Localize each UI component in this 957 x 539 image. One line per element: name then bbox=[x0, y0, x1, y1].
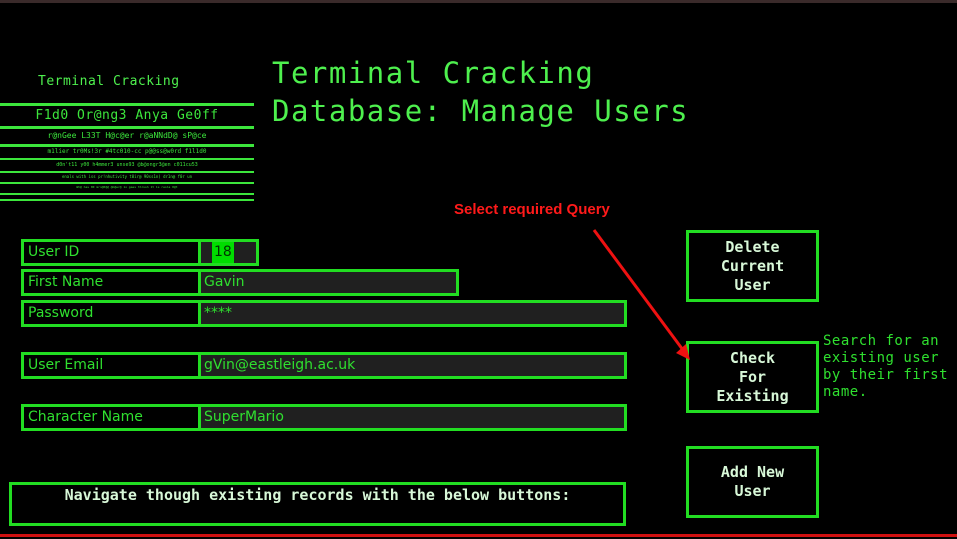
annotation-arrow bbox=[592, 229, 690, 360]
arrow-head-icon bbox=[676, 344, 690, 360]
navigation-instructions: Navigate though existing records with th… bbox=[9, 482, 626, 526]
bottom-border bbox=[0, 534, 957, 537]
